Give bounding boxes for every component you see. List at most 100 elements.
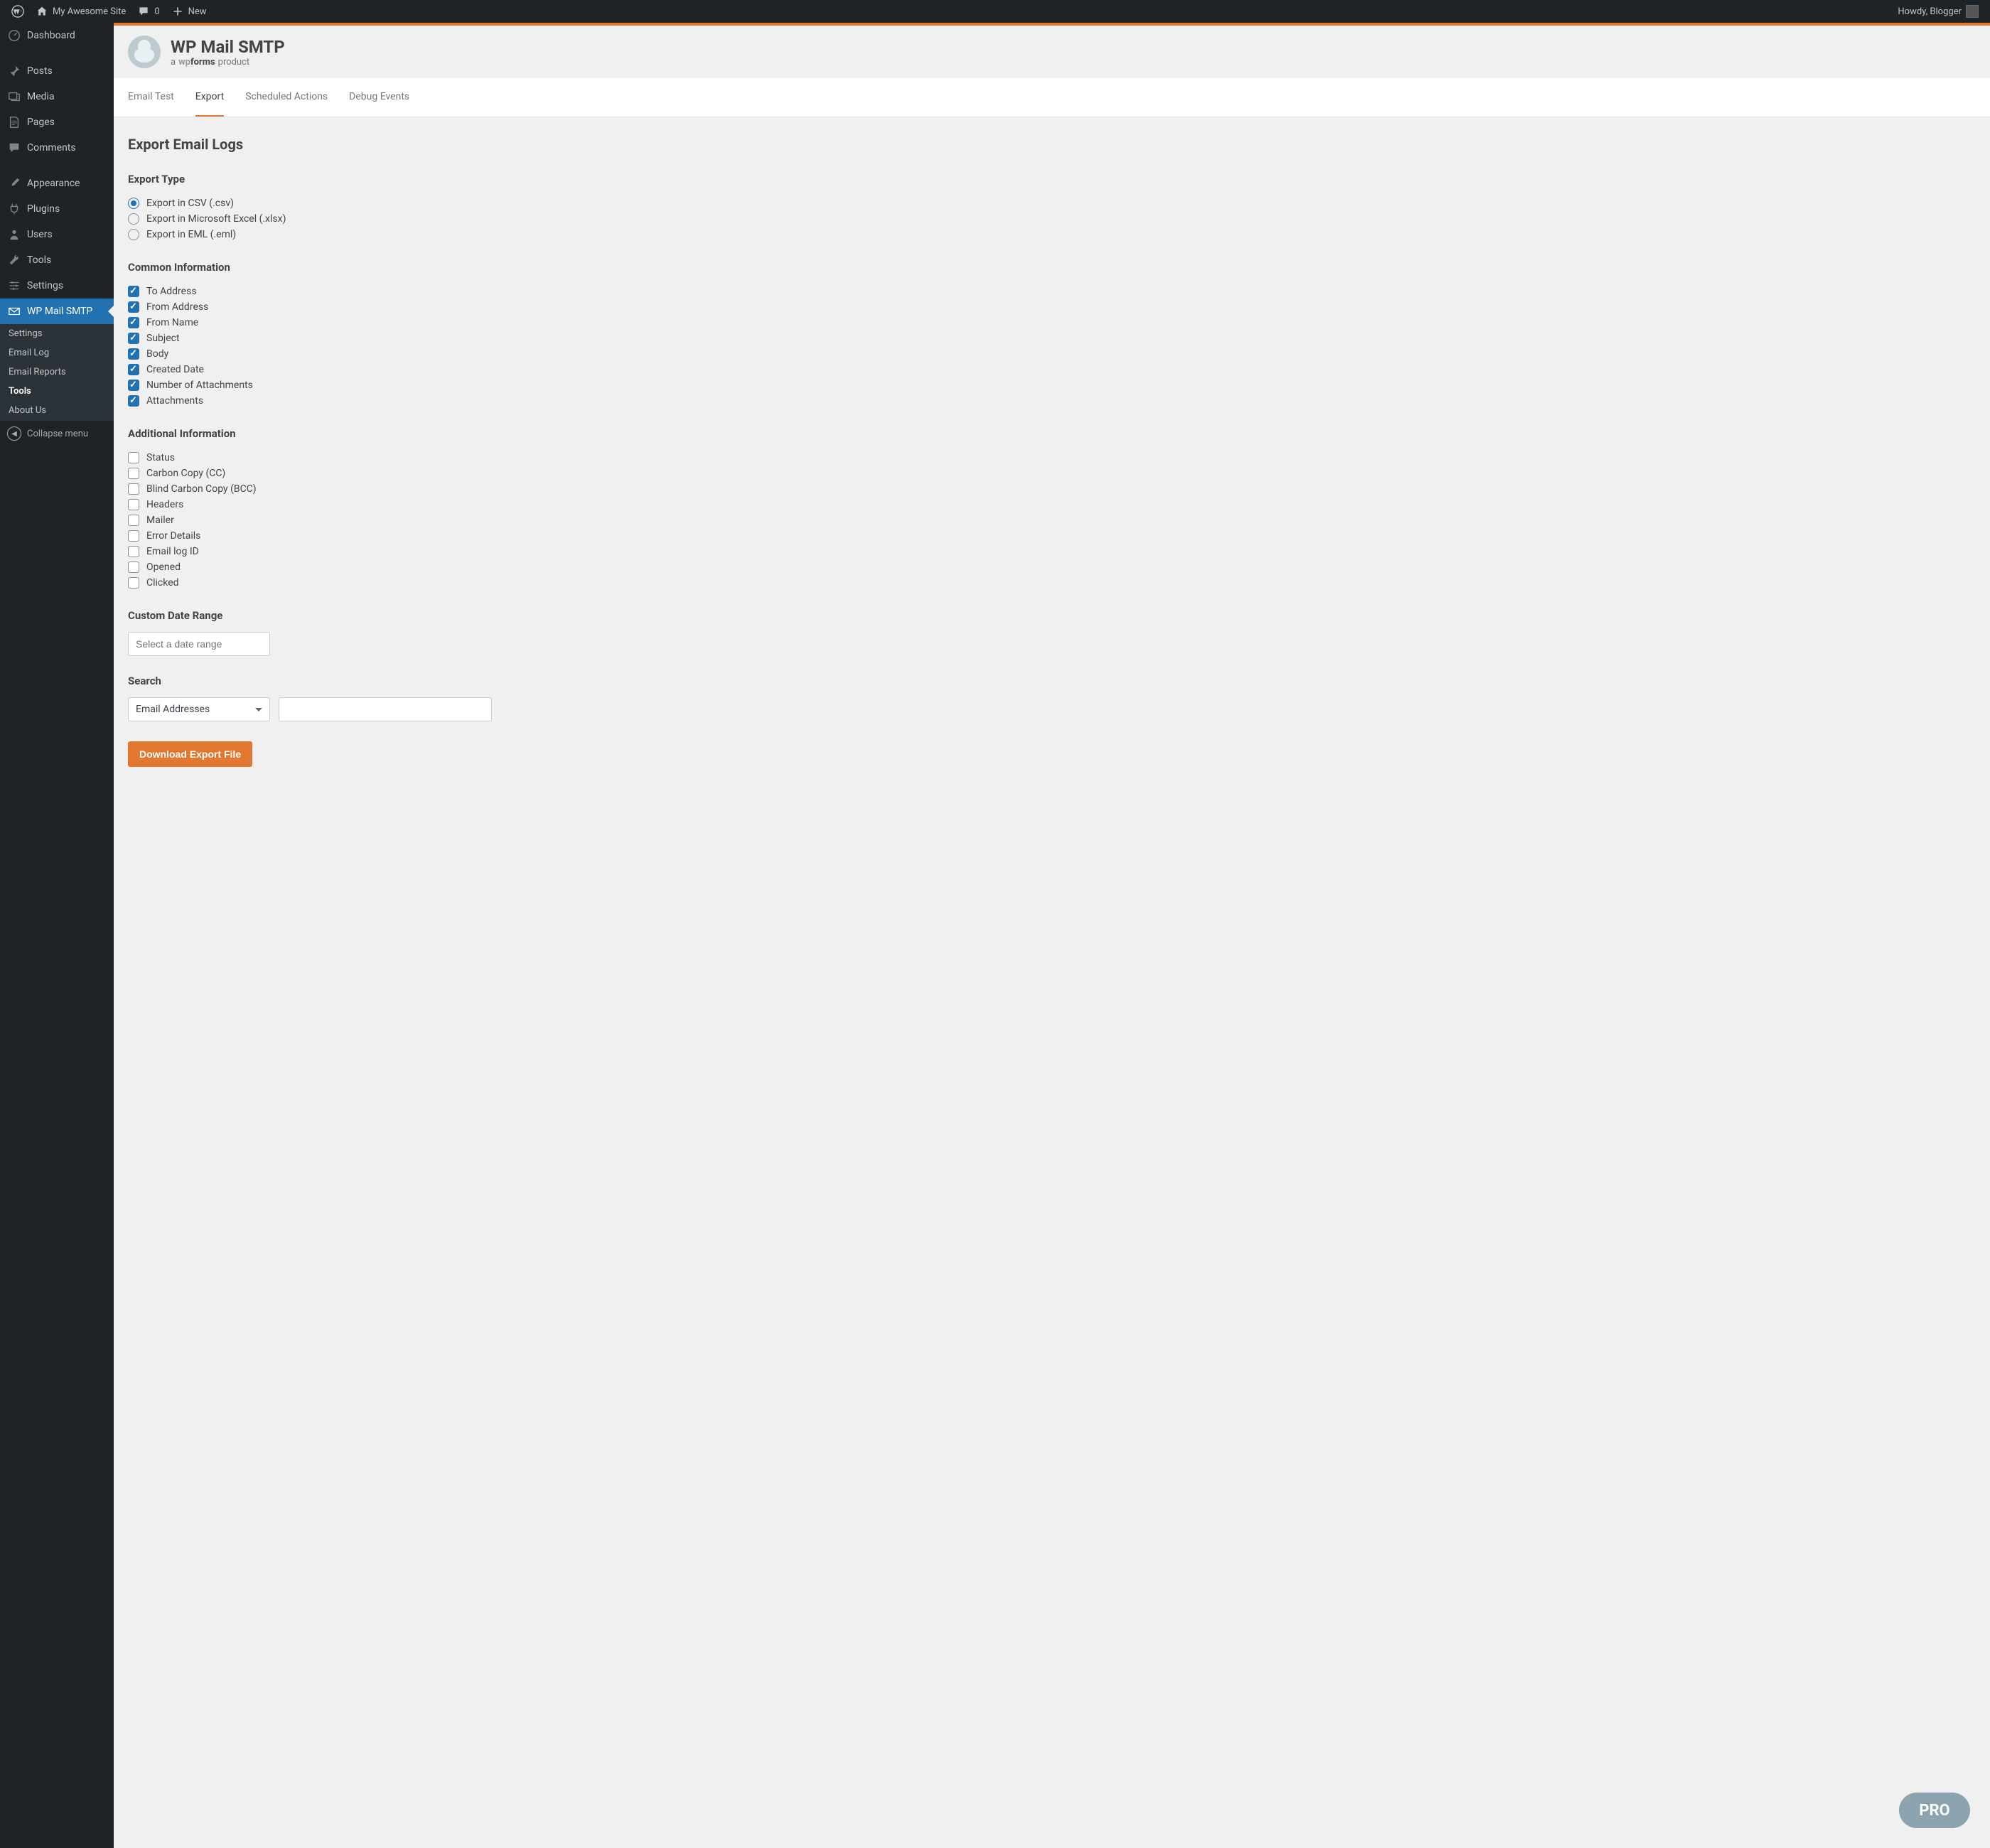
radio-eml-input[interactable]	[128, 229, 139, 240]
radio-csv-input[interactable]	[128, 198, 139, 209]
sidebar-item-posts[interactable]: Posts	[0, 58, 114, 84]
additional-info-checkbox[interactable]	[128, 483, 139, 495]
search-field-select[interactable]: Email Addresses	[128, 697, 270, 721]
pro-badge[interactable]: PRO	[1899, 1793, 1970, 1828]
sidebar-item-comments[interactable]: Comments	[0, 135, 114, 161]
site-link[interactable]: My Awesome Site	[30, 0, 131, 23]
additional-info-checkbox[interactable]	[128, 468, 139, 479]
checkbox-label: Status	[146, 452, 175, 463]
common-info-checkbox[interactable]	[128, 333, 139, 344]
common-info-row[interactable]: Subject	[128, 331, 1976, 346]
common-info-checkbox[interactable]	[128, 317, 139, 328]
sidebar-item-pages[interactable]: Pages	[0, 109, 114, 135]
sidebar-item-appearance[interactable]: Appearance	[0, 171, 114, 196]
sidebar-item-wp-mail-smtp[interactable]: WP Mail SMTP	[0, 299, 114, 324]
sidebar-item-dashboard[interactable]: Dashboard	[0, 23, 114, 48]
additional-info-row[interactable]: Opened	[128, 559, 1976, 575]
additional-info-checkbox[interactable]	[128, 562, 139, 573]
checkbox-label: Email log ID	[146, 546, 199, 557]
export-type-title: Export Type	[128, 173, 1976, 186]
media-icon	[7, 90, 21, 104]
checkbox-label: To Address	[146, 286, 197, 297]
common-info-row[interactable]: From Address	[128, 299, 1976, 315]
additional-info-row[interactable]: Clicked	[128, 575, 1976, 591]
additional-info-row[interactable]: Email log ID	[128, 544, 1976, 559]
additional-info-checkbox[interactable]	[128, 546, 139, 557]
radio-eml[interactable]: Export in EML (.eml)	[128, 227, 1976, 242]
sidebar-item-media[interactable]: Media	[0, 84, 114, 109]
sidebar-item-tools[interactable]: Tools	[0, 247, 114, 273]
new-link[interactable]: New	[166, 0, 213, 23]
account-link[interactable]: Howdy, Blogger	[1892, 0, 1984, 23]
radio-label: Export in EML (.eml)	[146, 229, 236, 240]
common-info-row[interactable]: Body	[128, 346, 1976, 362]
additional-info-checkbox[interactable]	[128, 515, 139, 526]
date-range-input[interactable]	[128, 632, 270, 656]
submenu-tools[interactable]: Tools	[0, 382, 114, 401]
common-info-checkbox[interactable]	[128, 286, 139, 297]
wpforms-logo: wpforms	[178, 57, 215, 68]
radio-xlsx-input[interactable]	[128, 213, 139, 225]
tab-export[interactable]: Export	[195, 78, 224, 117]
submenu-about-us[interactable]: About Us	[0, 401, 114, 420]
comments-link[interactable]: 0	[131, 0, 165, 23]
additional-info-row[interactable]: Carbon Copy (CC)	[128, 466, 1976, 481]
additional-info-row[interactable]: Mailer	[128, 512, 1976, 528]
submenu-email-log[interactable]: Email Log	[0, 343, 114, 362]
common-info-row[interactable]: Number of Attachments	[128, 377, 1976, 393]
adminbar-right: Howdy, Blogger	[1892, 0, 1984, 23]
additional-info-row[interactable]: Blind Carbon Copy (BCC)	[128, 481, 1976, 497]
page-body: Export Email Logs Export Type Export in …	[114, 117, 1990, 810]
additional-info-checkbox[interactable]	[128, 530, 139, 542]
tab-scheduled-actions[interactable]: Scheduled Actions	[245, 78, 328, 117]
additional-info-checkbox[interactable]	[128, 577, 139, 589]
radio-csv[interactable]: Export in CSV (.csv)	[128, 195, 1976, 211]
additional-info-checkbox[interactable]	[128, 452, 139, 463]
plugin-logo-icon	[128, 36, 161, 68]
chevron-down-icon	[255, 708, 262, 711]
tab-debug-events[interactable]: Debug Events	[349, 78, 409, 117]
radio-label: Export in CSV (.csv)	[146, 198, 234, 209]
plugin-subtitle: a wpforms product	[171, 57, 285, 68]
common-info-checkbox[interactable]	[128, 395, 139, 407]
additional-info-row[interactable]: Error Details	[128, 528, 1976, 544]
common-info-checkbox[interactable]	[128, 364, 139, 375]
avatar	[1966, 5, 1979, 18]
tab-email-test[interactable]: Email Test	[128, 78, 174, 117]
additional-info-checkbox[interactable]	[128, 499, 139, 510]
submenu-settings[interactable]: Settings	[0, 324, 114, 343]
wordpress-menu[interactable]	[6, 0, 30, 23]
download-export-button[interactable]: Download Export File	[128, 741, 252, 767]
additional-info-title: Additional Information	[128, 427, 1976, 440]
sidebar-submenu: Settings Email Log Email Reports Tools A…	[0, 324, 114, 420]
sidebar-item-users[interactable]: Users	[0, 222, 114, 247]
checkbox-label: From Name	[146, 317, 198, 328]
sidebar-item-plugins[interactable]: Plugins	[0, 196, 114, 222]
plus-icon	[171, 5, 184, 18]
common-info-checkbox[interactable]	[128, 380, 139, 391]
additional-info-options: Status Carbon Copy (CC)Blind Carbon Copy …	[128, 450, 1976, 591]
collapse-icon: ◀	[7, 426, 21, 441]
search-input[interactable]	[279, 697, 492, 721]
checkbox-label: Error Details	[146, 530, 200, 542]
wrench-icon	[7, 253, 21, 267]
common-info-checkbox[interactable]	[128, 301, 139, 313]
sidebar-item-label: Dashboard	[27, 30, 75, 41]
search-select-value: Email Addresses	[136, 704, 210, 715]
new-label: New	[188, 6, 207, 17]
common-info-checkbox[interactable]	[128, 348, 139, 360]
sidebar-item-label: Appearance	[27, 178, 80, 189]
sidebar-item-settings[interactable]: Settings	[0, 273, 114, 299]
common-info-row[interactable]: Attachments	[128, 393, 1976, 409]
common-info-row[interactable]: Created Date	[128, 362, 1976, 377]
sidebar-item-label: Users	[27, 229, 53, 240]
sliders-icon	[7, 279, 21, 293]
submenu-email-reports[interactable]: Email Reports	[0, 362, 114, 382]
site-name: My Awesome Site	[53, 6, 126, 17]
common-info-row[interactable]: From Name	[128, 315, 1976, 331]
collapse-menu[interactable]: ◀ Collapse menu	[0, 420, 114, 446]
radio-xlsx[interactable]: Export in Microsoft Excel (.xlsx)	[128, 211, 1976, 227]
additional-info-row[interactable]: Headers	[128, 497, 1976, 512]
additional-info-row[interactable]: Status	[128, 450, 1976, 466]
common-info-row[interactable]: To Address	[128, 284, 1976, 299]
